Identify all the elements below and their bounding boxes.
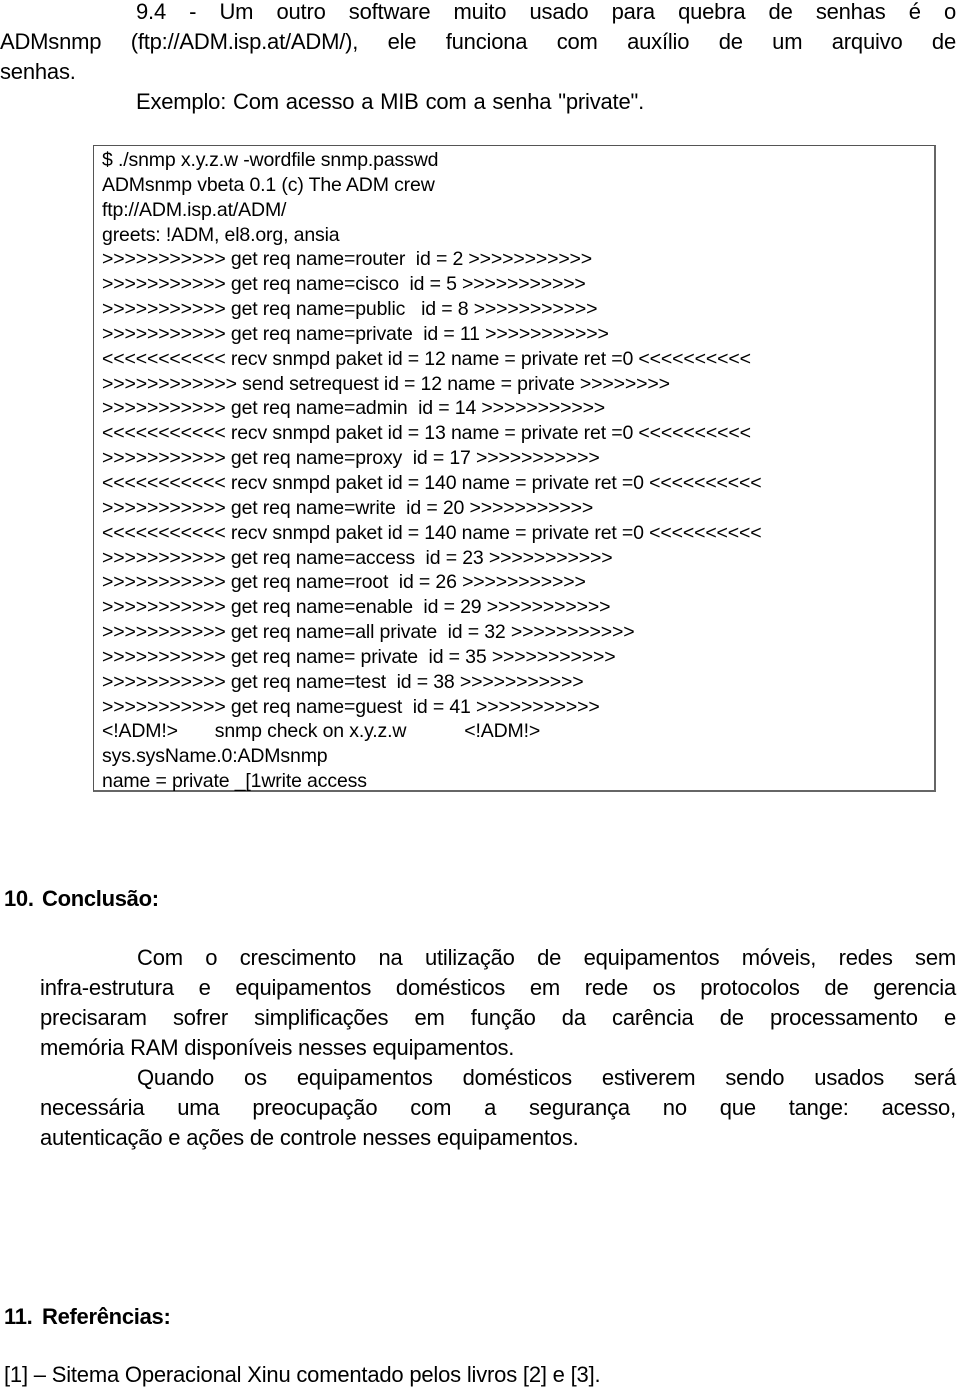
paragraph-line: Quando os equipamentos domésticos estive…: [137, 1065, 956, 1090]
terminal-output-box: $ ./snmp x.y.z.w -wordfile snmp.passwd AD…: [93, 145, 936, 792]
terminal-line: >>>>>>>>>>> get req name=guest id = 41 >…: [102, 695, 600, 718]
section-heading-conclusion: 10. Conclusão:: [4, 884, 159, 914]
terminal-line: >>>>>>>>>>> get req name=all private id …: [102, 621, 635, 644]
terminal-line: >>>>>>>>>>> get req name=test id = 38 >>…: [102, 670, 584, 693]
section-number: 11.: [4, 1304, 33, 1329]
terminal-line: >>>>>>>>>>> get req name=write id = 20 >…: [102, 496, 594, 519]
terminal-line: >>>>>>>>>>> get req name=admin id = 14 >…: [102, 397, 606, 420]
paragraph-line: autenticação e ações de controle nesses …: [40, 1125, 579, 1150]
paragraph-line: precisaram sofrer simplificações em funç…: [40, 1005, 956, 1030]
conclusion-paragraph-1: Com o crescimento na utilização de equip…: [40, 943, 956, 1063]
paragraph-line: ADMsnmp (ftp://ADM.isp.at/ADM/), ele fun…: [0, 29, 956, 54]
paragraph-line: senhas.: [0, 59, 76, 84]
paragraph-line: memória RAM disponíveis nesses equipamen…: [40, 1035, 515, 1060]
terminal-line: >>>>>>>>>>> get req name=root id = 26 >>…: [102, 571, 586, 594]
terminal-line: <<<<<<<<<<< recv snmpd paket id = 140 na…: [102, 471, 762, 494]
paragraph-line: infra-estrutura e equipamentos doméstico…: [40, 975, 956, 1000]
terminal-line: >>>>>>>>>>> get req name=public id = 8 >…: [102, 298, 598, 321]
section-9-4-paragraph: 9.4 - Um outro software muito usado para…: [0, 0, 956, 117]
terminal-line: >>>>>>>>>>>> send setrequest id = 12 nam…: [102, 372, 670, 395]
terminal-line: <!ADM!> snmp check on x.y.z.w <!ADM!>: [102, 720, 541, 743]
terminal-output-lines: $ ./snmp x.y.z.w -wordfile snmp.passwd AD…: [102, 148, 934, 794]
section-heading-references: 11. Referências:: [4, 1302, 171, 1332]
reference-item: [1] – Sitema Operacional Xinu comentado …: [4, 1362, 601, 1387]
terminal-line: sys.sysName.0:ADMsnmp: [102, 745, 328, 768]
section-title: Conclusão:: [42, 886, 159, 911]
paragraph-line: 9.4 - Um outro software muito usado para…: [136, 0, 956, 24]
terminal-line: >>>>>>>>>>> get req name=enable id = 29 …: [102, 596, 611, 619]
example-intro: Exemplo: Com acesso a MIB com a senha "p…: [136, 89, 645, 114]
terminal-line: <<<<<<<<<<< recv snmpd paket id = 12 nam…: [102, 347, 751, 370]
paragraph-line: Com o crescimento na utilização de equip…: [137, 945, 956, 970]
conclusion-paragraph-2: Quando os equipamentos domésticos estive…: [40, 1063, 956, 1153]
terminal-line: >>>>>>>>>>> get req name= private id = 3…: [102, 645, 616, 668]
paragraph-line: necessária uma preocupação com a seguran…: [40, 1095, 956, 1120]
terminal-line: greets: !ADM, el8.org, ansia: [102, 223, 340, 246]
terminal-line: ADMsnmp vbeta 0.1 (c) The ADM crew: [102, 173, 435, 196]
terminal-line: <<<<<<<<<<< recv snmpd paket id = 140 na…: [102, 521, 762, 544]
terminal-line: ftp://ADM.isp.at/ADM/: [102, 198, 287, 221]
terminal-line: >>>>>>>>>>> get req name=cisco id = 5 >>…: [102, 273, 586, 296]
section-title: Referências:: [42, 1304, 171, 1329]
terminal-line: <<<<<<<<<<< recv snmpd paket id = 13 nam…: [102, 422, 751, 445]
section-number: 10.: [4, 886, 34, 911]
terminal-line: >>>>>>>>>>> get req name=private id = 11…: [102, 322, 609, 345]
terminal-line: $ ./snmp x.y.z.w -wordfile snmp.passwd: [102, 149, 439, 171]
terminal-line: name = private _[1write access: [102, 770, 367, 793]
terminal-line: >>>>>>>>>>> get req name=proxy id = 17 >…: [102, 447, 600, 470]
terminal-line: >>>>>>>>>>> get req name=access id = 23 …: [102, 546, 613, 569]
terminal-line: >>>>>>>>>>> get req name=router id = 2 >…: [102, 248, 593, 271]
